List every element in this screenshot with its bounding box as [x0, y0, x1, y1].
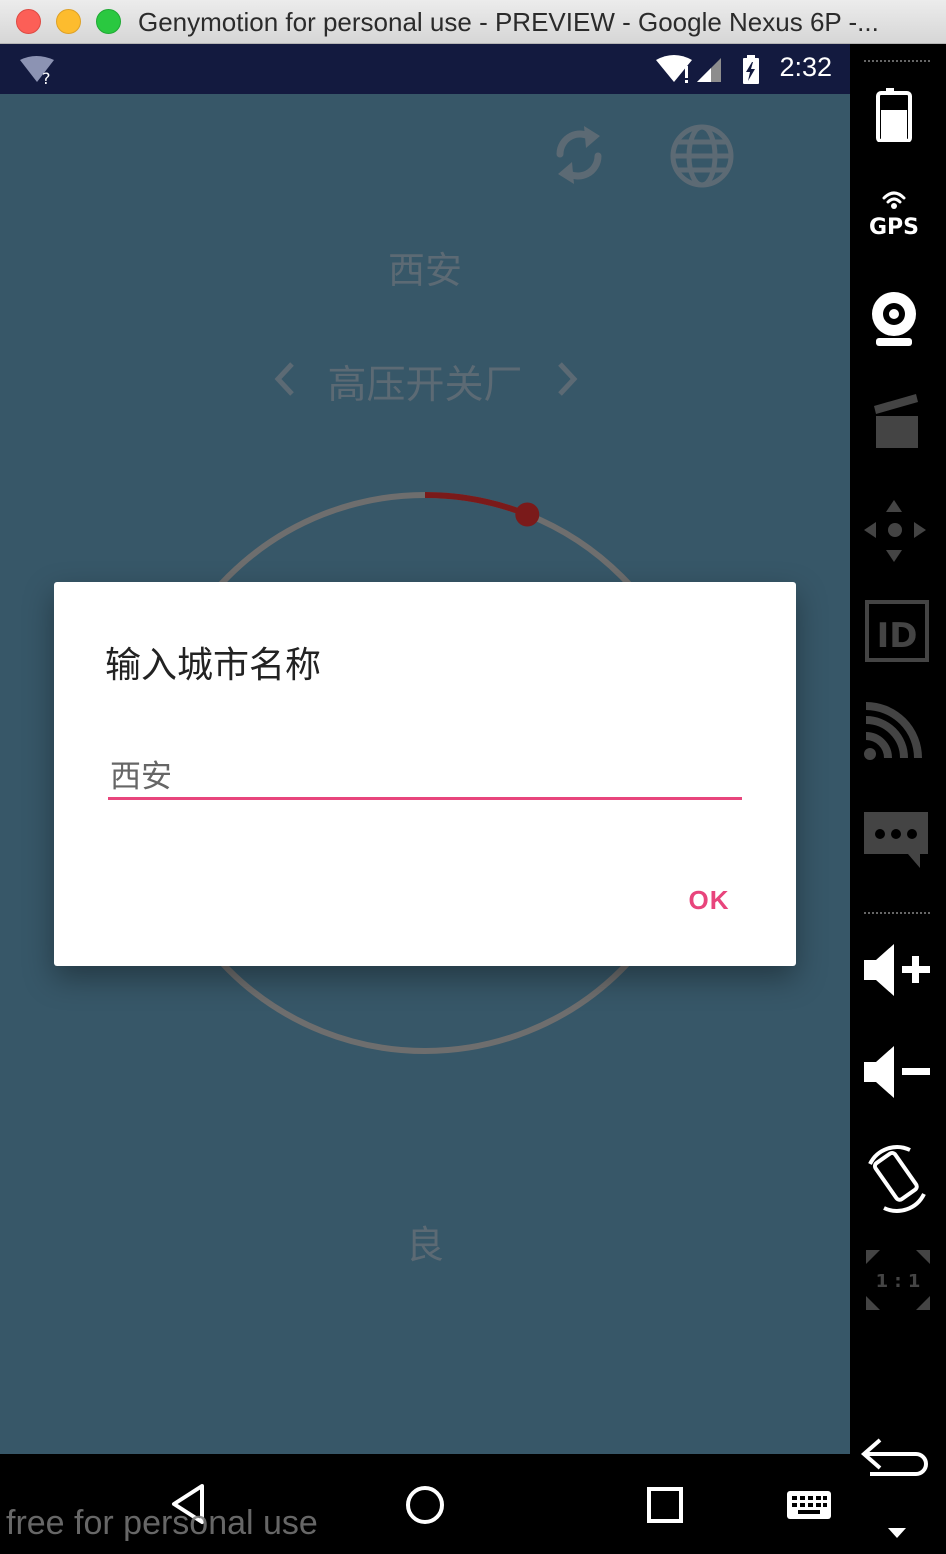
network-cast-widget-icon[interactable] — [850, 702, 946, 768]
keyboard-icon[interactable] — [786, 1490, 832, 1522]
home-icon[interactable] — [404, 1484, 446, 1526]
sms-widget-icon[interactable] — [850, 806, 946, 876]
scale-label: 1 : 1 — [876, 1271, 921, 1292]
ok-button[interactable]: OK — [664, 878, 754, 922]
window-title: Genymotion for personal use - PREVIEW - … — [138, 7, 879, 37]
city-input-dialog: 输入城市名称 OK — [54, 582, 796, 966]
screencast-clapperboard-icon[interactable] — [850, 388, 946, 454]
pixel-perfect-scale-icon[interactable]: 1 : 1 — [850, 1244, 946, 1316]
emulator-toolbar: GPS ID 1: 1 — [850, 44, 946, 1554]
back-arrow-icon[interactable] — [850, 1434, 946, 1478]
air-quality-level: 良 — [405, 1223, 444, 1267]
window-title-bar: Genymotion for personal use - PREVIEW - … — [0, 0, 946, 44]
volume-up-icon[interactable] — [850, 938, 946, 1002]
id-label: ID — [877, 616, 918, 656]
toolbar-divider — [864, 60, 930, 62]
window-zoom-button[interactable] — [96, 9, 121, 34]
gauge-value-arc — [424, 492, 529, 518]
more-tools-chevron-icon[interactable] — [850, 1524, 946, 1544]
device-id-widget-icon[interactable]: ID — [850, 596, 946, 666]
volume-down-icon[interactable] — [850, 1040, 946, 1104]
recents-icon[interactable] — [646, 1486, 684, 1524]
battery-widget-icon[interactable] — [850, 82, 946, 142]
city-name-input[interactable] — [108, 750, 742, 800]
personal-use-watermark: free for personal use — [6, 1504, 318, 1542]
window-minimize-button[interactable] — [56, 9, 81, 34]
rotate-device-icon[interactable] — [850, 1144, 946, 1214]
gauge-value-knob — [515, 502, 540, 527]
dialog-title: 输入城市名称 — [105, 645, 322, 686]
gps-label: GPS — [869, 215, 919, 240]
webcam-widget-icon[interactable] — [850, 284, 946, 354]
android-screen: ? 2:32 西安 高压开关厂 良 输入城市名称 西安 OK — [0, 44, 850, 1454]
toolbar-divider — [864, 912, 930, 914]
gps-widget-icon[interactable]: GPS — [850, 184, 946, 244]
window-close-button[interactable] — [16, 9, 41, 34]
dpad-widget-icon[interactable] — [850, 496, 946, 566]
